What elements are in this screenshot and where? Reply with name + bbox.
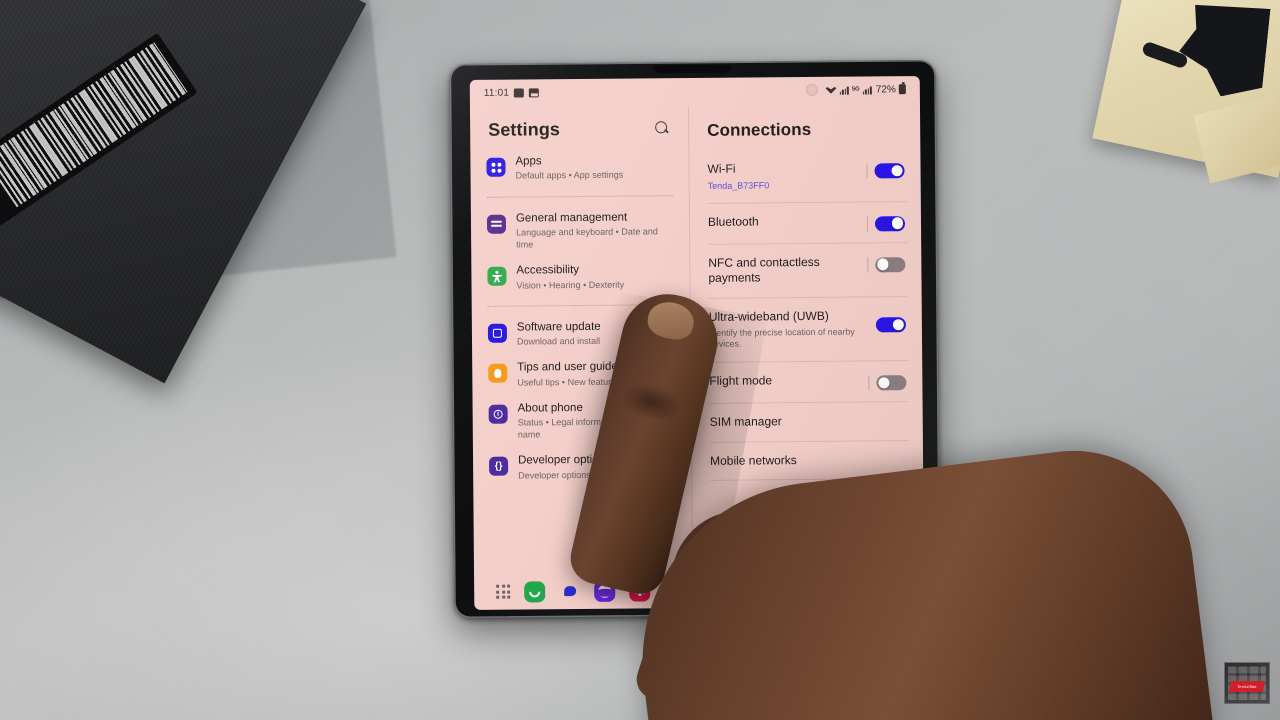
app-dock: ✱	[474, 570, 924, 610]
sidebar-item-general-management[interactable]: General management Language and keyboard…	[485, 204, 675, 258]
flight-mode-toggle[interactable]	[876, 375, 907, 391]
signal-icon-secondary	[862, 85, 872, 95]
apps-grid-icon	[486, 157, 506, 177]
row-label: Bluetooth	[707, 214, 759, 229]
wifi-network-name: Tenda_B73FF0	[707, 179, 770, 191]
connections-row-sim-manager[interactable]: SIM manager	[708, 402, 911, 441]
scene: Galaxy Z Fold6 11:01 5G	[0, 0, 1280, 720]
samsung-internet-app-icon[interactable]	[594, 580, 616, 602]
device-screen[interactable]: 11:01 5G 72% Settings Apps Default apps …	[469, 76, 925, 610]
sidebar-item-subtitle: Default apps • App settings	[515, 169, 624, 181]
sliders-icon	[486, 214, 507, 234]
status-bar: 11:01 5G 72%	[470, 76, 920, 106]
info-icon: i	[488, 404, 508, 424]
sidebar-item-label: Apps	[515, 155, 542, 168]
sidebar-item-label: Accessibility	[516, 264, 580, 277]
signal-icon	[839, 85, 849, 95]
bluetooth-toggle[interactable]	[874, 215, 906, 232]
connections-row-bluetooth[interactable]: Bluetooth	[706, 202, 909, 244]
connections-row-uwb[interactable]: Ultra-wideband (UWB) Identify the precis…	[707, 297, 911, 362]
sidebar-item-label: About phone	[517, 401, 583, 415]
connections-row-wifi[interactable]: Wi-Fi Tenda_B73FF0	[705, 149, 908, 203]
toggle-divider	[868, 375, 870, 391]
lightbulb-icon	[488, 363, 508, 384]
status-time: 11:01	[483, 87, 510, 99]
status-bar-right: 5G 72%	[825, 83, 906, 96]
sidebar-item-subtitle: Status • Legal information • Phone name	[517, 416, 655, 440]
list-separator	[487, 303, 674, 307]
connections-title: Connections	[707, 119, 812, 140]
connections-row-nfc[interactable]: NFC and contactless payments	[706, 243, 909, 298]
sidebar-item-label: Developer options	[518, 454, 611, 467]
sidebar-item-apps[interactable]: Apps Default apps • App settings	[484, 147, 674, 189]
device-notch	[653, 64, 732, 74]
front-camera-hole	[805, 83, 818, 97]
sidebar-item-accessibility[interactable]: Accessibility Vision • Hearing • Dexteri…	[485, 256, 675, 298]
sidebar-item-subtitle: Language and keyboard • Date and time	[516, 226, 658, 250]
accessibility-icon	[487, 266, 507, 286]
sidebar-item-label: General management	[515, 211, 628, 225]
row-label: NFC and contactless payments	[708, 254, 820, 286]
watermark-red-key: Techzillas	[1228, 681, 1266, 692]
sidebar-item-developer-options[interactable]: {} Developer options Developer options	[487, 447, 677, 489]
vibrate-icon	[514, 87, 525, 98]
row-label: Mobile networks	[710, 452, 797, 468]
sidebar-item-subtitle: Vision • Hearing • Dexterity	[516, 279, 625, 291]
status-bar-left: 11:01	[483, 87, 540, 99]
page-title: Settings	[488, 119, 561, 140]
toggle-divider	[866, 216, 869, 232]
connections-pane: Connections Wi-Fi Tenda_B73FF0 Bluetooth…	[689, 102, 924, 572]
settings-split-view: Settings Apps Default apps • App setting…	[470, 102, 924, 574]
messages-app-icon[interactable]	[559, 581, 580, 602]
code-brackets-icon: {}	[489, 457, 509, 477]
instagram-app-icon[interactable]	[664, 579, 686, 601]
connections-row-flight-mode[interactable]: Flight mode	[707, 361, 910, 403]
network-type-label: 5G	[851, 86, 860, 93]
sidebar-item-about-phone[interactable]: i About phone Status • Legal information…	[486, 394, 676, 448]
app-drawer-icon[interactable]	[496, 584, 511, 599]
page-title-row: Settings	[484, 104, 674, 149]
phone-app-icon[interactable]	[524, 580, 546, 602]
row-label: Ultra-wideband (UWB)	[708, 308, 829, 324]
channel-watermark: Techzillas	[1224, 662, 1270, 704]
list-separator	[486, 194, 673, 198]
wifi-toggle[interactable]	[874, 163, 905, 179]
sidebar-item-label: Tips and user guide	[517, 360, 618, 374]
row-label: SIM manager	[709, 414, 782, 430]
screenshot-icon	[529, 87, 540, 97]
sidebar-item-subtitle: Download and install	[516, 335, 601, 347]
row-label: Flight mode	[709, 373, 773, 389]
battery-icon	[898, 84, 906, 95]
search-icon[interactable]	[655, 121, 670, 136]
toggle-divider	[866, 163, 868, 179]
toggle-divider	[867, 257, 869, 273]
row-description: Identify the precise location of nearby …	[708, 326, 855, 350]
sidebar-item-subtitle: Useful tips • New features	[517, 376, 621, 388]
settings-list-pane: Settings Apps Default apps • App setting…	[470, 104, 692, 574]
nfc-toggle[interactable]	[875, 256, 906, 273]
sidebar-item-tips-and-user-guide[interactable]: Tips and user guide Useful tips • New fe…	[486, 353, 676, 395]
sidebar-item-subtitle: Developer options	[518, 469, 591, 481]
row-label: Wi-Fi	[707, 161, 736, 176]
galaxy-z-fold6-device: 11:01 5G 72% Settings Apps Default apps …	[449, 59, 941, 619]
box-barcode-strip	[0, 32, 198, 243]
sidebar-item-label: Software update	[516, 320, 601, 334]
connections-row-mobile-networks[interactable]: Mobile networks	[708, 441, 911, 480]
wifi-icon	[825, 86, 836, 94]
uwb-toggle[interactable]	[875, 317, 906, 333]
battery-percent: 72%	[875, 83, 896, 95]
software-update-icon	[487, 323, 508, 343]
asterisk-app-icon[interactable]: ✱	[629, 579, 651, 602]
sidebar-item-software-update[interactable]: Software update Download and install	[486, 313, 676, 355]
